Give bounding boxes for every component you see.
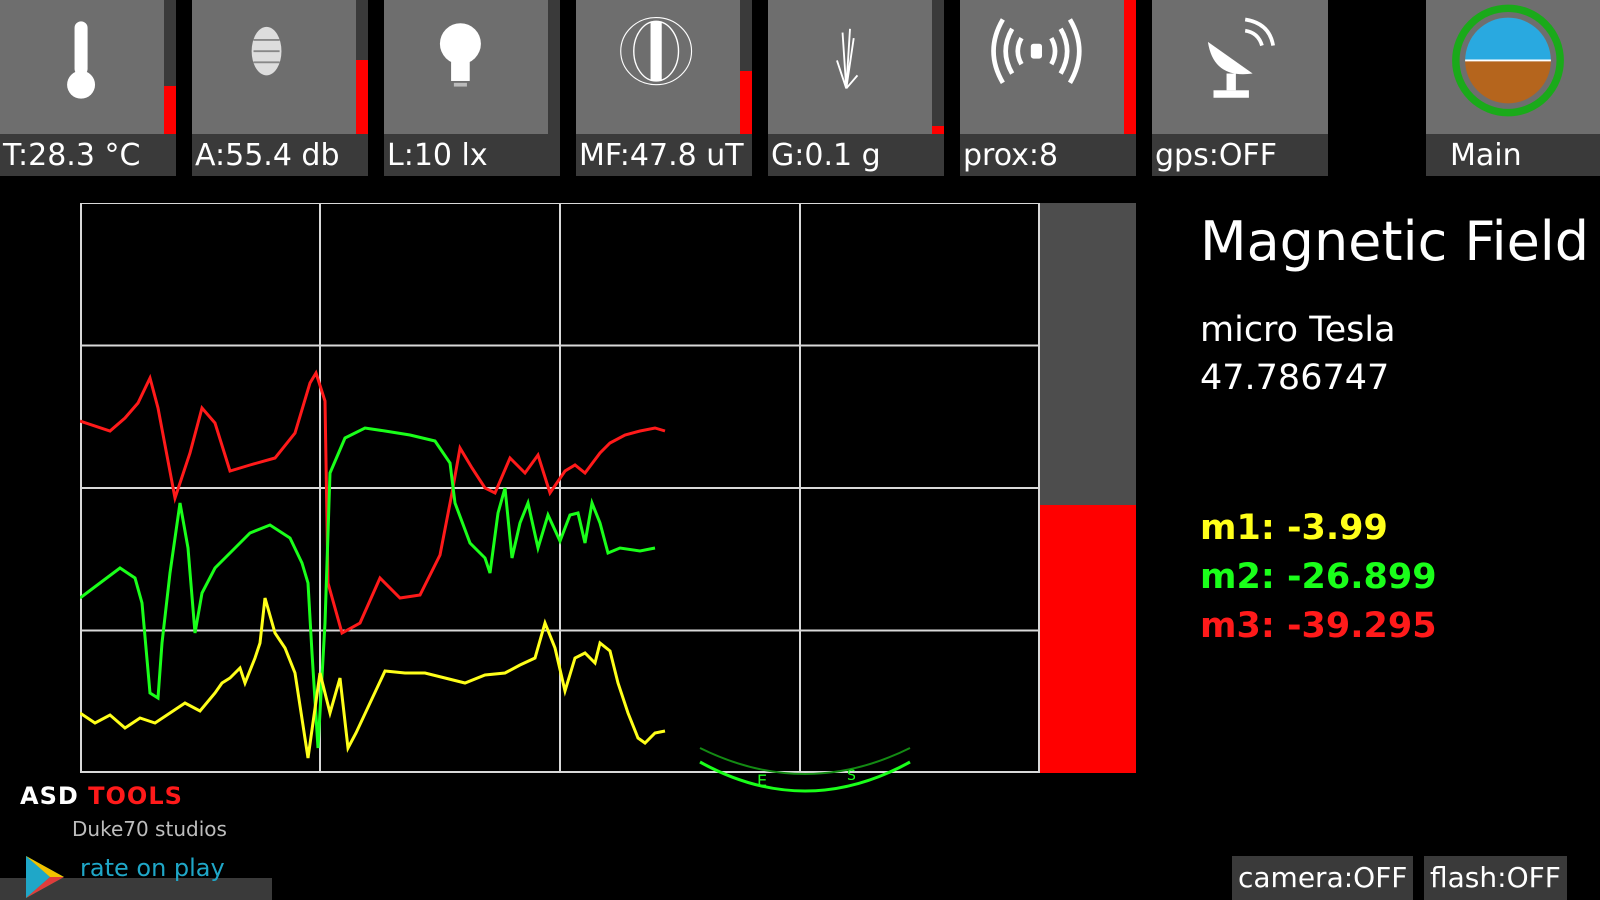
tile-label: T:28.3 °C bbox=[3, 138, 141, 173]
level-meter-fill bbox=[1040, 505, 1136, 773]
brand-logo: ASD TOOLS bbox=[20, 782, 183, 810]
rate-on-play-text: rate on play bbox=[80, 854, 225, 882]
tile-level-track bbox=[932, 0, 944, 134]
sensor-toolbar: T:28.3 °C A:55.4 db L:10 lx MF:47.8 uT G:0.1… bbox=[0, 0, 1600, 178]
tile-label: gps:OFF bbox=[1155, 138, 1277, 173]
trace-m1 bbox=[80, 597, 666, 759]
sensor-value: 47.786747 bbox=[1200, 358, 1390, 398]
tile-level-fill bbox=[740, 71, 752, 134]
tile-label: Main bbox=[1450, 138, 1522, 173]
brand-name-part1: ASD bbox=[20, 782, 89, 810]
tile-label: MF:47.8 uT bbox=[579, 138, 744, 173]
studio-label: Duke70 studios bbox=[72, 817, 227, 841]
tile-icon-area bbox=[1152, 0, 1328, 134]
tile-icon-area bbox=[768, 0, 932, 134]
compass-glyph-s: S bbox=[847, 768, 856, 784]
sensor-tile-gps[interactable]: gps:OFF bbox=[1152, 0, 1328, 176]
tile-icon-area bbox=[1426, 0, 1600, 134]
magnetic-field-graph bbox=[80, 203, 1040, 773]
camera-toggle-button[interactable]: camera:OFF bbox=[1232, 856, 1414, 900]
globe-compass-icon bbox=[1452, 4, 1564, 117]
sensor-tile-audio[interactable]: A:55.4 db bbox=[192, 0, 368, 176]
play-store-icon bbox=[26, 856, 64, 898]
sensor-tile-main[interactable]: Main bbox=[1426, 0, 1600, 176]
magnet-field-icon bbox=[620, 17, 693, 86]
unit-label: micro Tesla bbox=[1200, 310, 1396, 350]
tile-level-fill bbox=[1124, 0, 1136, 134]
gravity-icon bbox=[836, 28, 859, 90]
tile-label: G:0.1 g bbox=[771, 138, 881, 173]
tile-label: prox:8 bbox=[963, 138, 1059, 173]
thermometer-icon bbox=[67, 21, 96, 99]
sensor-tile-proximity[interactable]: prox:8 bbox=[960, 0, 1136, 176]
sensor-tile-temperature[interactable]: T:28.3 °C bbox=[0, 0, 176, 176]
satellite-dish-icon bbox=[1207, 17, 1275, 98]
sensor-title: Magnetic Field bbox=[1200, 210, 1590, 273]
compass-glyph-e: E bbox=[757, 771, 767, 790]
sensor-tile-gravity[interactable]: G:0.1 g bbox=[768, 0, 944, 176]
trace-m2 bbox=[80, 426, 656, 749]
sensor-tile-magnetic[interactable]: MF:47.8 uT bbox=[576, 0, 752, 176]
flash-toggle-button[interactable]: flash:OFF bbox=[1424, 856, 1567, 900]
tile-level-fill bbox=[356, 60, 368, 134]
signal-waves-icon bbox=[991, 18, 1082, 85]
graph-svg bbox=[80, 203, 1040, 773]
tile-icon-area bbox=[960, 0, 1124, 134]
sensor-tile-light[interactable]: L:10 lx bbox=[384, 0, 560, 176]
tile-level-fill bbox=[932, 126, 944, 134]
brand-name-part2: TOOLS bbox=[88, 782, 183, 810]
lightbulb-icon bbox=[439, 23, 481, 87]
tile-icon-area bbox=[576, 0, 740, 134]
tile-icon-area bbox=[0, 0, 164, 134]
rate-on-play-link[interactable]: rate on play bbox=[0, 850, 272, 900]
tile-level-fill bbox=[164, 86, 176, 134]
m1-reading: m1: -3.99 bbox=[1200, 508, 1388, 548]
compass-arc: E S bbox=[699, 747, 911, 793]
tile-icon-area bbox=[384, 0, 548, 134]
m3-reading: m3: -39.295 bbox=[1200, 606, 1437, 646]
microphone-icon bbox=[251, 26, 282, 76]
tile-icon-area bbox=[192, 0, 356, 134]
tile-level-track bbox=[548, 0, 560, 134]
tile-label: L:10 lx bbox=[387, 138, 488, 173]
tile-label: A:55.4 db bbox=[195, 138, 340, 173]
m2-reading: m2: -26.899 bbox=[1200, 557, 1437, 597]
